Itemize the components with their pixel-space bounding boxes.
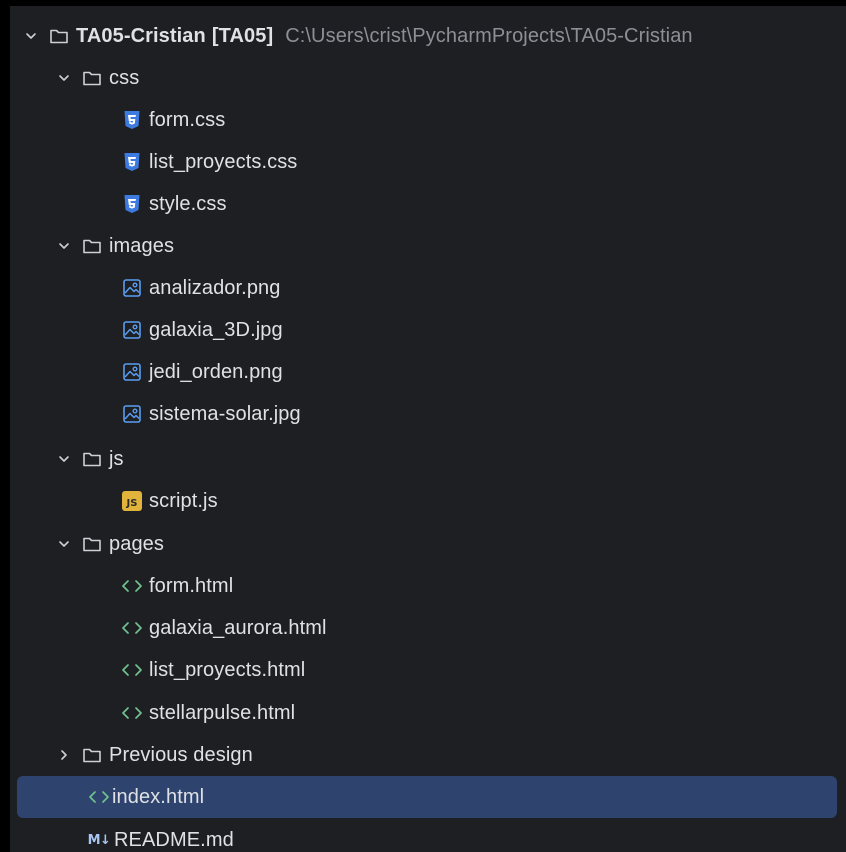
- css-file-icon: [121, 151, 143, 173]
- tree-node-file-readme[interactable]: M↓ README.md: [10, 819, 846, 852]
- chevron-down-icon[interactable]: [53, 235, 75, 257]
- markdown-file-icon: M↓: [86, 829, 112, 851]
- tree-node-file-sistema-solar[interactable]: sistema-solar.jpg: [10, 393, 846, 435]
- folder-label: Previous design: [109, 743, 253, 766]
- tree-node-folder-images[interactable]: images: [10, 225, 846, 267]
- tree-node-file-analizador[interactable]: analizador.png: [10, 267, 846, 309]
- module-name: [TA05]: [211, 24, 274, 47]
- tree-node-file-index-html[interactable]: index.html: [10, 776, 846, 818]
- js-file-icon: JS: [121, 490, 143, 512]
- file-label: stellarpulse.html: [149, 701, 296, 724]
- file-label: galaxia_aurora.html: [149, 616, 327, 639]
- tree-node-file-galaxia-3d[interactable]: galaxia_3D.jpg: [10, 309, 846, 351]
- tree-node-file-list-proyects-html[interactable]: list_proyects.html: [10, 649, 846, 691]
- html-file-icon: [88, 786, 110, 808]
- tree-node-folder-pages[interactable]: pages: [10, 523, 846, 565]
- folder-icon: [81, 533, 103, 555]
- file-label: form.html: [149, 574, 234, 597]
- chevron-down-icon[interactable]: [20, 25, 42, 47]
- file-label: style.css: [149, 192, 227, 215]
- chevron-down-icon[interactable]: [53, 448, 75, 470]
- image-file-icon: [121, 361, 143, 383]
- file-label: sistema-solar.jpg: [149, 402, 301, 425]
- image-file-icon: [121, 403, 143, 425]
- folder-icon: [81, 235, 103, 257]
- md-badge: M↓: [87, 832, 111, 848]
- tree-node-folder-previous-design[interactable]: Previous design: [10, 734, 846, 776]
- folder-icon: [81, 744, 103, 766]
- html-file-icon: [121, 575, 143, 597]
- file-label: list_proyects.html: [149, 658, 306, 681]
- tree-node-file-jedi-orden[interactable]: jedi_orden.png: [10, 351, 846, 393]
- folder-label: pages: [109, 532, 164, 555]
- file-label: galaxia_3D.jpg: [149, 318, 283, 341]
- css-file-icon: [121, 193, 143, 215]
- chevron-down-icon[interactable]: [53, 67, 75, 89]
- file-label: index.html: [112, 785, 205, 808]
- tree-node-file-style-css[interactable]: style.css: [10, 183, 846, 225]
- file-label: jedi_orden.png: [149, 360, 283, 383]
- folder-icon: [48, 25, 70, 47]
- folder-label: images: [109, 234, 175, 257]
- file-label: list_proyects.css: [149, 150, 298, 173]
- chevron-right-icon[interactable]: [53, 744, 75, 766]
- project-name: TA05-Cristian: [76, 24, 206, 47]
- project-tool-window: TA05-Cristian [TA05] C:\Users\crist\Pych…: [10, 6, 846, 852]
- tree-node-file-form-html[interactable]: form.html: [10, 565, 846, 607]
- chevron-down-icon[interactable]: [53, 533, 75, 555]
- folder-icon: [81, 67, 103, 89]
- folder-label: js: [109, 447, 124, 470]
- tree-node-file-form-css[interactable]: form.css: [10, 99, 846, 141]
- js-badge: JS: [122, 491, 142, 511]
- project-path: C:\Users\crist\PycharmProjects\TA05-Cris…: [285, 24, 693, 47]
- tree-node-file-stellarpulse-html[interactable]: stellarpulse.html: [10, 692, 846, 734]
- css-file-icon: [121, 109, 143, 131]
- html-file-icon: [121, 617, 143, 639]
- tree-node-file-galaxia-aurora-html[interactable]: galaxia_aurora.html: [10, 607, 846, 649]
- tree-node-project-root[interactable]: TA05-Cristian [TA05] C:\Users\crist\Pych…: [10, 15, 846, 57]
- html-file-icon: [121, 702, 143, 724]
- file-label: analizador.png: [149, 276, 281, 299]
- file-label: README.md: [114, 828, 234, 851]
- folder-icon: [81, 448, 103, 470]
- tree-node-folder-js[interactable]: js: [10, 438, 846, 480]
- file-label: script.js: [149, 489, 218, 512]
- folder-label: css: [109, 66, 140, 89]
- tree-node-folder-css[interactable]: css: [10, 57, 846, 99]
- tree-node-file-script-js[interactable]: JS script.js: [10, 480, 846, 522]
- tree-node-file-list-proyects-css[interactable]: list_proyects.css: [10, 141, 846, 183]
- image-file-icon: [121, 277, 143, 299]
- image-file-icon: [121, 319, 143, 341]
- html-file-icon: [121, 659, 143, 681]
- file-label: form.css: [149, 108, 226, 131]
